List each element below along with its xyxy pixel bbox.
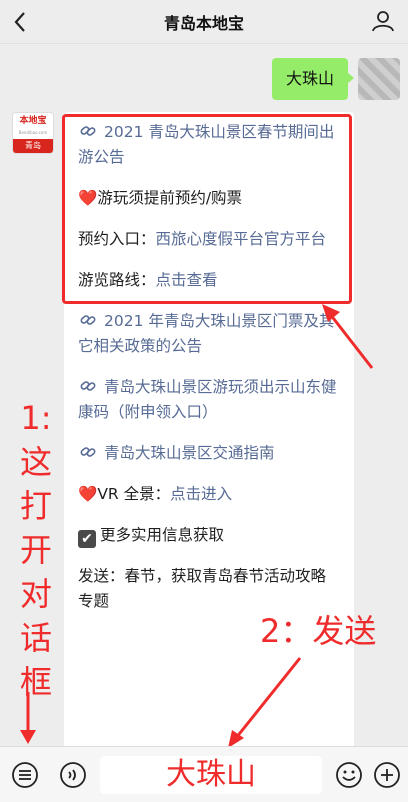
notice-text: 游玩须提前预约/购票: [97, 189, 243, 207]
emoji-icon[interactable]: [334, 760, 364, 790]
more-info: ✔ 更多实用信息获取: [78, 523, 340, 548]
link-traffic-guide[interactable]: 青岛大珠山景区交通指南: [78, 441, 340, 466]
incoming-bubble: 2021 青岛大珠山景区春节期间出游公告 ❤️游玩须提前预约/购票 预约入口：西…: [64, 112, 354, 752]
route-link[interactable]: 点击查看: [156, 271, 218, 289]
heart-icon: ❤️: [78, 485, 98, 503]
outgoing-message: 大珠山: [271, 58, 400, 100]
link-spring-notice[interactable]: 2021 青岛大珠山景区春节期间出游公告: [78, 120, 340, 170]
annotation-step1-char: 开: [19, 531, 52, 569]
vr-link[interactable]: 点击进入: [170, 485, 232, 503]
link-health-code[interactable]: 青岛大珠山景区游玩须出示山东健康码（附申领入口）: [78, 375, 340, 425]
booking-label: 预约入口：: [78, 230, 156, 248]
official-account-avatar[interactable]: 本地宝 Bendibao.com 青岛: [12, 112, 54, 154]
booking-link[interactable]: 西旅心度假平台官方平台: [156, 230, 327, 248]
link-icon: [78, 443, 98, 459]
voice-icon[interactable]: [58, 760, 88, 790]
profile-icon[interactable]: [368, 6, 398, 36]
annotation-step1-char: 打: [19, 487, 52, 525]
annotation-step2: 2：发送: [260, 612, 377, 650]
plus-icon[interactable]: [372, 760, 402, 790]
heart-icon: ❤️: [78, 189, 98, 207]
link-ticket-policy-text: 2021 年青岛大珠山景区门票及其它相关政策的公告: [78, 312, 335, 355]
link-icon: [78, 311, 98, 327]
more-info-text: 更多实用信息获取: [100, 526, 225, 544]
annotation-step1-char: 框: [19, 663, 52, 701]
link-icon: [78, 377, 98, 393]
link-traffic-guide-text: 青岛大珠山景区交通指南: [104, 444, 275, 462]
annotation-step1-char: 对: [19, 575, 52, 613]
annotation-step1-char: 1:: [20, 399, 52, 437]
outgoing-bubble[interactable]: 大珠山: [271, 58, 355, 100]
link-icon: [78, 122, 98, 138]
avatar-site: Bendibao.com: [18, 130, 48, 135]
booking-entry: 预约入口：西旅心度假平台官方平台: [78, 227, 340, 252]
menu-list-icon[interactable]: [10, 760, 40, 790]
arrow-to-menu-head-icon: [20, 730, 36, 744]
annotation-step1-char: 这: [19, 443, 52, 481]
annotation-step1-char: 话: [19, 619, 52, 657]
link-health-code-text: 青岛大珠山景区游玩须出示山东健康码（附申领入口）: [78, 378, 337, 421]
route-label: 游览路线：: [78, 271, 156, 289]
vr-entry: ❤️VR 全景：点击进入: [78, 482, 340, 507]
route-entry: 游览路线：点击查看: [78, 268, 340, 293]
vr-label: VR 全景：: [97, 485, 171, 503]
chat-header: 青岛本地宝: [0, 0, 408, 44]
input-bar: 大珠山: [0, 746, 408, 802]
back-chevron-icon[interactable]: [6, 8, 34, 36]
annotation-step1: 1: 这 打 开 对 话 框: [16, 396, 56, 704]
link-spring-notice-text: 2021 青岛大珠山景区春节期间出游公告: [78, 123, 335, 166]
chat-title: 青岛本地宝: [163, 13, 244, 33]
notice-reservation: ❤️游玩须提前预约/购票: [78, 186, 340, 211]
message-input[interactable]: 大珠山: [100, 756, 322, 794]
checkbox-icon: ✔: [78, 530, 96, 548]
avatar-city: 青岛: [13, 139, 53, 153]
user-avatar[interactable]: [358, 58, 400, 100]
link-ticket-policy[interactable]: 2021 年青岛大珠山景区门票及其它相关政策的公告: [78, 309, 340, 359]
